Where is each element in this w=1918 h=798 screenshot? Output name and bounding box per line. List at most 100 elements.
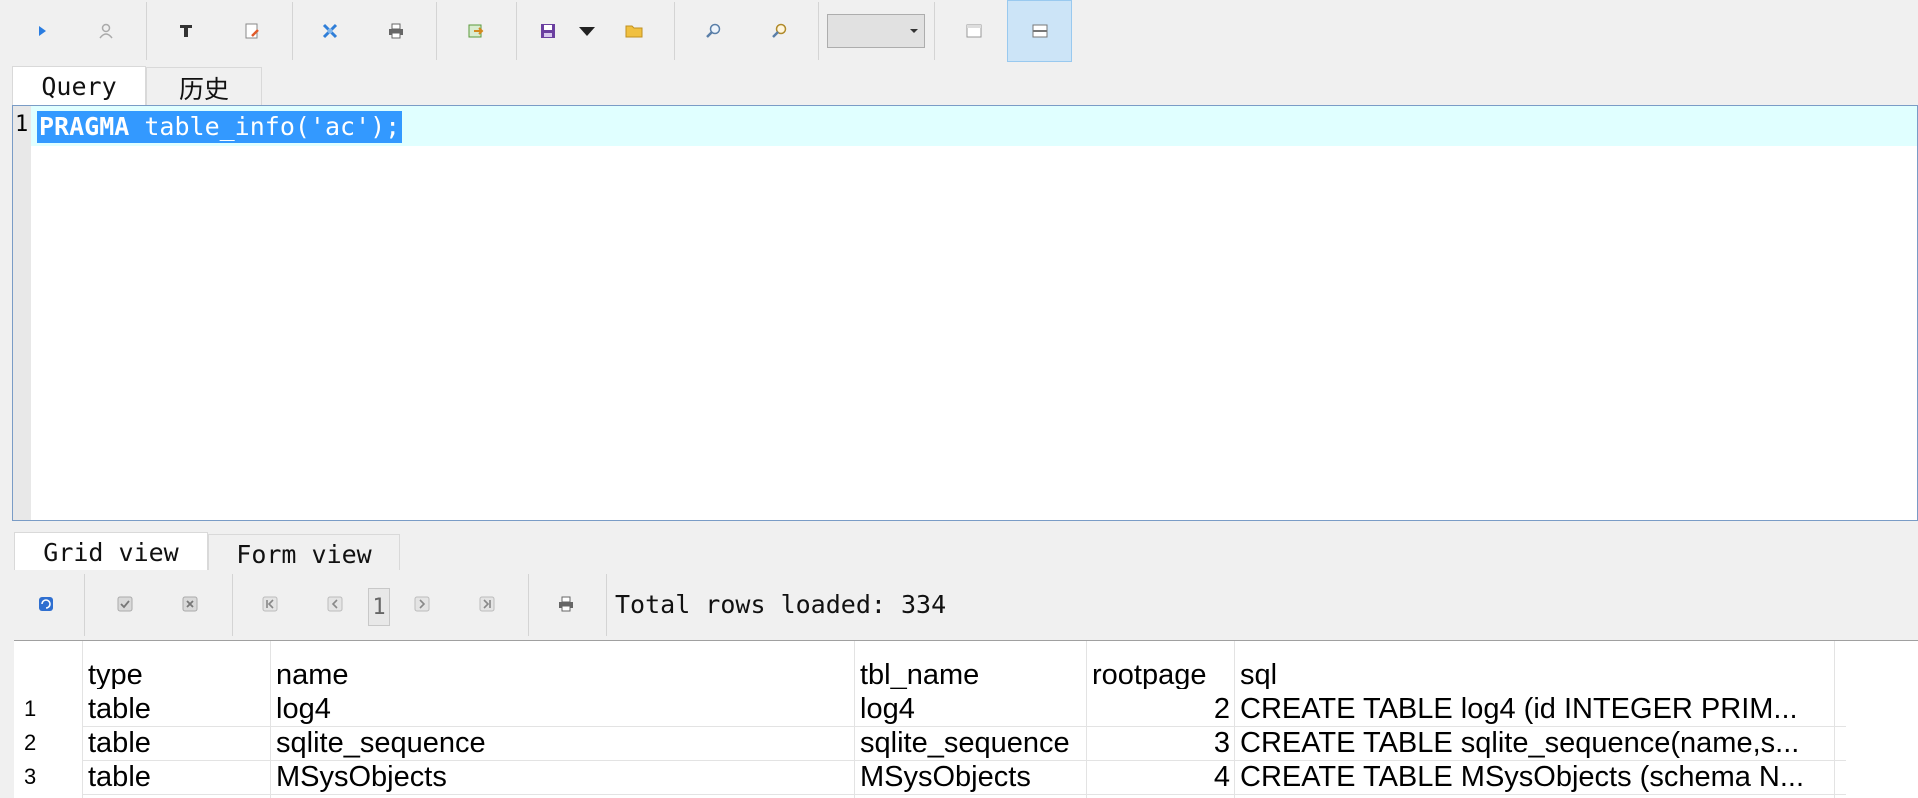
sql-keyword: PRAGMA (39, 112, 130, 141)
main-toolbar (0, 0, 1918, 62)
sql-text: table_info('ac'); (129, 112, 401, 141)
tab-label: Query (41, 72, 117, 101)
tab-label: 历史 (178, 74, 229, 104)
printer-icon (559, 596, 573, 612)
replace-button[interactable] (750, 0, 810, 62)
execute-button[interactable] (12, 0, 72, 62)
toolbar-separator (934, 2, 935, 60)
toolbar-separator (674, 2, 675, 60)
split-window-icon (1032, 24, 1047, 38)
first-page-icon (262, 596, 278, 612)
tools-button[interactable] (300, 0, 360, 62)
toolbar-separator (232, 574, 233, 636)
explain-icon (99, 23, 113, 39)
row-number: 3 (24, 764, 37, 789)
toolbar-separator (436, 2, 437, 60)
chevron-down-icon (579, 27, 595, 36)
database-combo[interactable] (827, 14, 925, 48)
export-button[interactable] (446, 0, 506, 62)
table-cell[interactable]: MSysObjects (270, 760, 854, 794)
printer-icon (389, 23, 403, 39)
table-cell[interactable]: 2 (1086, 692, 1234, 726)
toolbar-separator (516, 2, 517, 60)
print-results-button[interactable] (550, 588, 582, 620)
tools-icon (322, 23, 338, 39)
layout-horizontal-button[interactable] (944, 0, 1004, 62)
table-cell[interactable]: 3 (1086, 726, 1234, 760)
tab-form-view[interactable]: Form view (208, 534, 400, 574)
save-button[interactable] (520, 0, 576, 62)
layout-vertical-button[interactable] (1007, 0, 1072, 62)
toolbar-separator (292, 2, 293, 60)
row-number: 2 (24, 730, 37, 755)
page-number: 1 (372, 594, 386, 620)
table-cell[interactable]: CREATE TABLE MSysObjects (schema N... (1234, 760, 1834, 794)
table-cell[interactable]: CREATE TABLE sqlite_sequence(name,s... (1234, 726, 1834, 760)
next-page-button[interactable] (406, 588, 438, 620)
tab-label: Form view (236, 540, 372, 569)
tab-grid-view[interactable]: Grid view (14, 532, 208, 572)
rollback-button[interactable] (174, 588, 206, 620)
grid-row-divider (82, 794, 1846, 795)
clear-document-icon (245, 23, 259, 39)
table-cell[interactable]: log4 (270, 692, 854, 726)
find-icon (706, 23, 721, 38)
column-header-tbl-name[interactable]: tbl_name (854, 647, 1086, 689)
last-page-icon (479, 596, 495, 612)
table-cell[interactable]: table (82, 692, 270, 726)
open-button[interactable] (604, 0, 664, 62)
tab-history[interactable]: 历史 (146, 67, 262, 107)
column-header-rootpage[interactable]: rootpage (1086, 647, 1234, 689)
row-number: 1 (24, 696, 37, 721)
line-number-gutter: 1 (13, 106, 31, 520)
results-toolbar: 1 Total rows loaded: 334 (14, 570, 1918, 640)
table-cell[interactable]: CREATE TABLE log4 (id INTEGER PRIM... (1234, 692, 1834, 726)
clear-editor-button[interactable] (222, 0, 282, 62)
refresh-icon (39, 597, 53, 611)
sql-editor[interactable]: 1 PRAGMA table_info('ac'); (12, 105, 1918, 521)
sql-statement[interactable]: PRAGMA table_info('ac'); (37, 111, 403, 143)
first-page-button[interactable] (254, 588, 286, 620)
toolbar-separator (606, 574, 607, 636)
toolbar-separator (84, 574, 85, 636)
previous-page-button[interactable] (319, 588, 351, 620)
window-icon (966, 24, 982, 38)
text-format-icon (180, 25, 192, 37)
results-grid[interactable]: type name tbl_name rootpage sql 1 table … (14, 640, 1918, 798)
column-header-name[interactable]: name (270, 647, 854, 689)
play-icon (39, 26, 46, 36)
last-page-button[interactable] (471, 588, 503, 620)
column-header-sql[interactable]: sql (1234, 647, 1834, 689)
chevron-left-icon (327, 596, 343, 612)
toolbar-separator (146, 2, 147, 60)
save-icon (541, 24, 555, 38)
refresh-button[interactable] (30, 588, 62, 620)
format-sql-button[interactable] (156, 0, 216, 62)
check-icon (117, 596, 133, 612)
table-cell[interactable]: sqlite_sequence (270, 726, 854, 760)
table-cell[interactable]: table (82, 726, 270, 760)
table-cell[interactable]: 4 (1086, 760, 1234, 794)
table-cell[interactable]: log4 (854, 692, 1086, 726)
table-cell[interactable]: table (82, 760, 270, 794)
toolbar-separator (818, 2, 819, 60)
combo-arrow-icon (910, 29, 918, 33)
find-button[interactable] (684, 0, 744, 62)
explain-button[interactable] (76, 0, 136, 62)
close-icon (182, 596, 198, 612)
print-button[interactable] (366, 0, 426, 62)
commit-button[interactable] (109, 588, 141, 620)
column-header-type[interactable]: type (82, 647, 270, 689)
replace-icon (772, 23, 787, 38)
tab-query[interactable]: Query (12, 66, 146, 106)
chevron-right-icon (414, 596, 430, 612)
export-icon (468, 24, 484, 38)
folder-icon (625, 25, 643, 38)
table-cell[interactable]: sqlite_sequence (854, 726, 1086, 760)
tab-label: Grid view (43, 538, 179, 567)
grid-column-divider (1834, 641, 1835, 798)
toolbar-separator (528, 574, 529, 636)
page-number-input[interactable]: 1 (368, 588, 390, 626)
table-cell[interactable]: MSysObjects (854, 760, 1086, 794)
save-dropdown-button[interactable] (570, 0, 604, 62)
